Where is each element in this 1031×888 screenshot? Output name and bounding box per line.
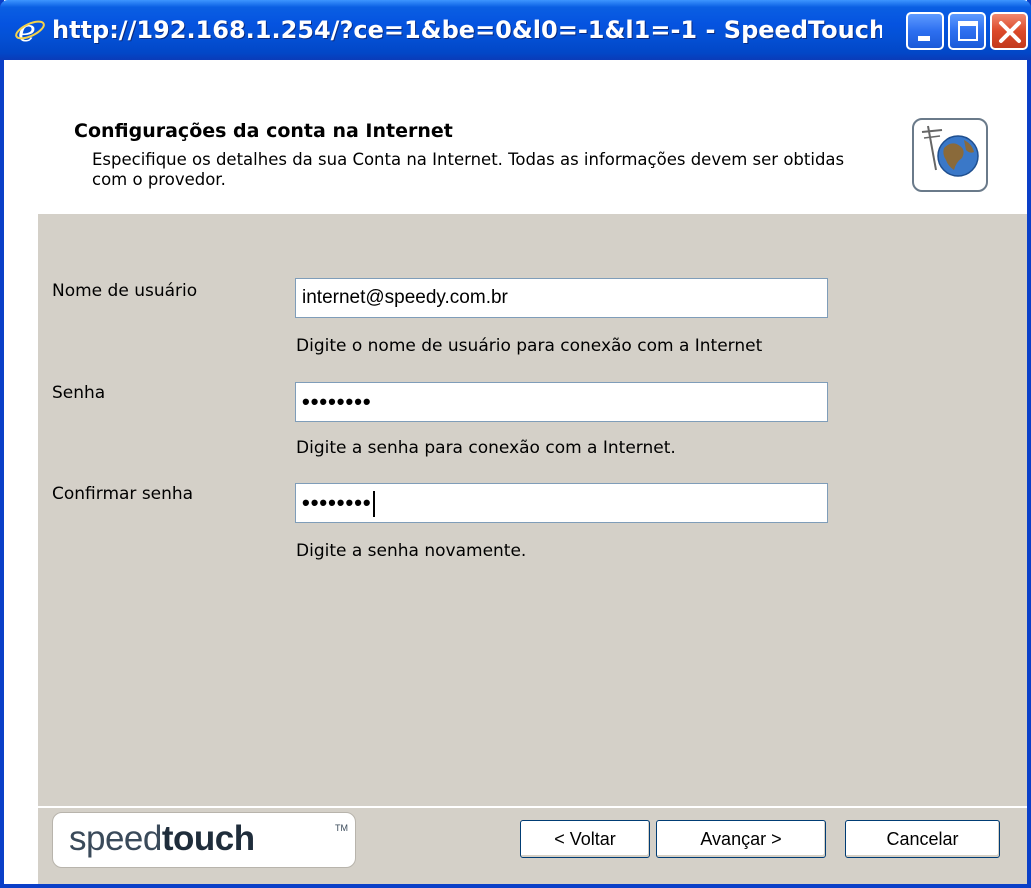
username-input[interactable]: internet@speedy.com.br — [295, 278, 828, 318]
maximize-icon — [958, 21, 978, 41]
back-button[interactable]: < Voltar — [520, 820, 650, 858]
page-title: Configurações da conta na Internet — [74, 120, 453, 142]
speedtouch-logo: speedtouch TM — [52, 812, 356, 868]
next-button[interactable]: Avançar > — [656, 820, 826, 858]
confirm-password-label: Confirmar senha — [52, 484, 194, 504]
username-hint: Digite o nome de usuário para conexão co… — [296, 336, 763, 356]
text-caret — [372, 491, 375, 518]
logo-text: speedtouch — [69, 819, 255, 859]
username-label: Nome de usuário — [52, 281, 198, 301]
internet-globe-icon — [912, 118, 988, 192]
close-button[interactable] — [990, 12, 1028, 50]
cancel-button[interactable]: Cancelar — [845, 820, 1000, 858]
logo-trademark: TM — [335, 823, 348, 833]
minimize-button[interactable] — [906, 12, 944, 50]
password-input[interactable]: •••••••• — [295, 382, 828, 422]
maximize-button[interactable] — [948, 12, 986, 50]
logo-bold: touch — [161, 819, 255, 858]
password-hint: Digite a senha para conexão com a Intern… — [296, 438, 676, 458]
confirm-password-hint: Digite a senha novamente. — [296, 541, 527, 561]
window-title: http://192.168.1.254/?ce=1&be=0&l0=-1&l1… — [52, 16, 882, 44]
password-label: Senha — [52, 383, 106, 403]
close-icon — [999, 21, 1021, 43]
minimize-icon — [918, 36, 930, 41]
page-description: Especifique os detalhes da sua Conta na … — [92, 150, 845, 189]
ie-e-icon: e — [15, 14, 45, 46]
confirm-password-value: •••••••• — [302, 490, 372, 515]
title-bar[interactable]: e http://192.168.1.254/?ce=1&be=0&l0=-1&… — [0, 0, 1031, 60]
confirm-password-input[interactable]: •••••••• — [295, 483, 828, 523]
logo-regular: speed — [69, 819, 162, 858]
